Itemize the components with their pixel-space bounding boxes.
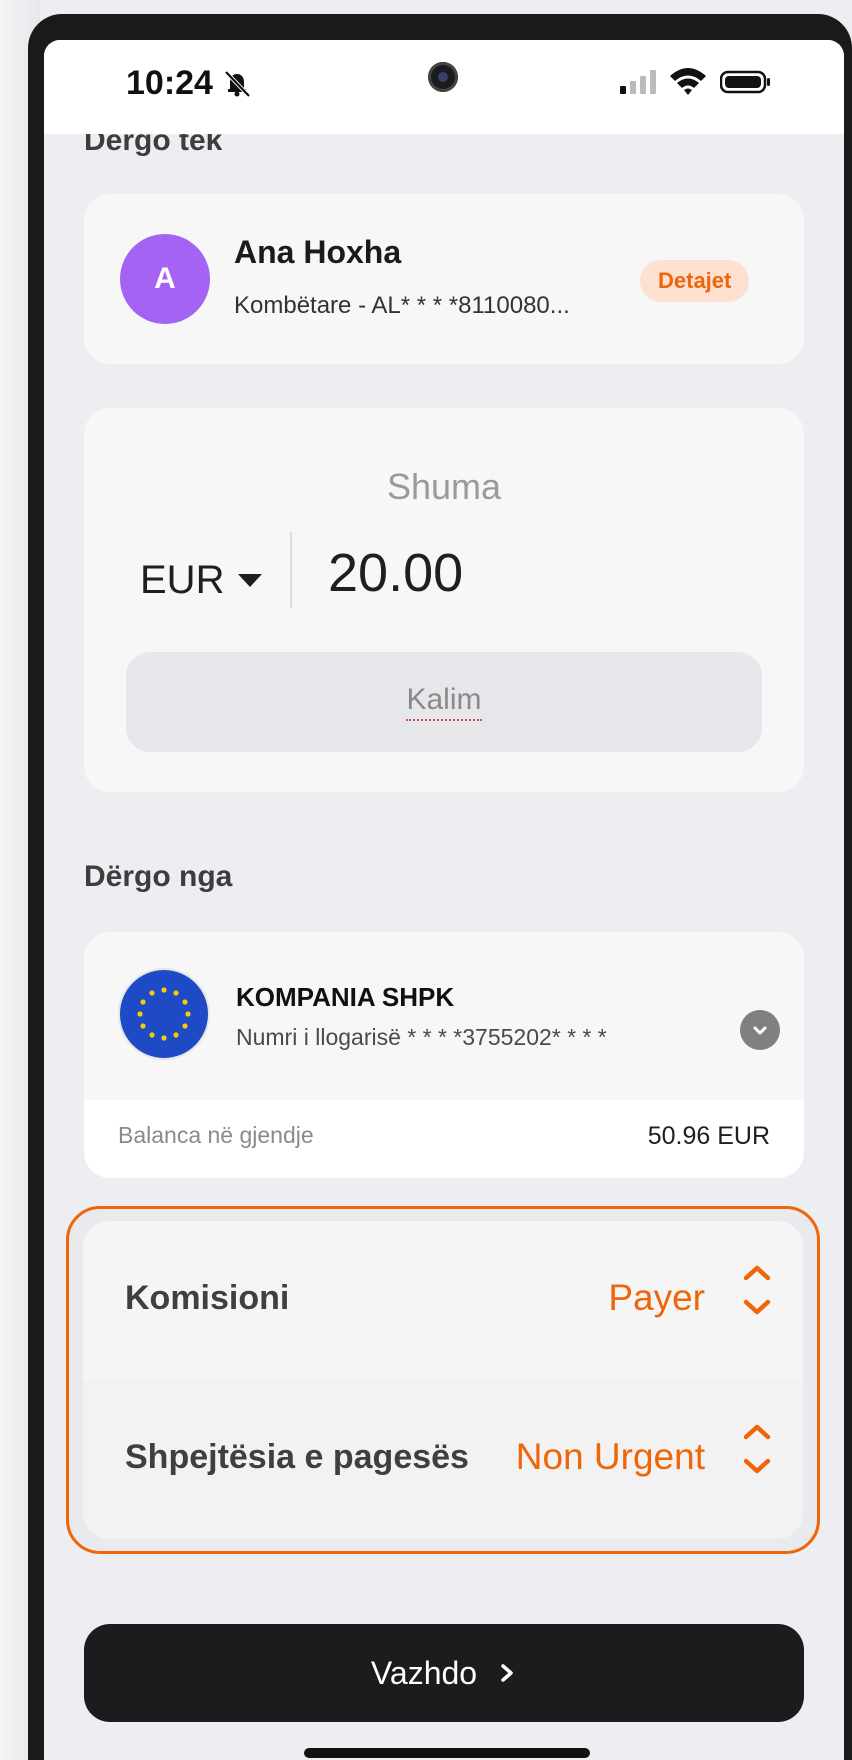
balance-label: Balanca në gjendje bbox=[118, 1122, 314, 1148]
details-button[interactable]: Detajet bbox=[640, 260, 750, 302]
payment-options-highlight: Komisioni Payer Shpejtësia e pagesës Non… bbox=[66, 1206, 820, 1554]
commission-row[interactable]: Komisioni Payer bbox=[83, 1221, 803, 1380]
status-bar: 10:24 bbox=[44, 40, 844, 134]
chevron-down-icon[interactable] bbox=[741, 1297, 773, 1317]
commission-label: Komisioni bbox=[125, 1279, 290, 1317]
signal-icon bbox=[620, 70, 660, 99]
commission-stepper[interactable] bbox=[741, 1263, 773, 1317]
payment-speed-stepper[interactable] bbox=[741, 1422, 773, 1476]
chevron-up-icon[interactable] bbox=[741, 1422, 773, 1442]
eu-flag-icon bbox=[120, 970, 208, 1058]
payment-speed-label: Shpejtësia e pagesës bbox=[125, 1438, 469, 1476]
commission-value: Payer bbox=[608, 1277, 705, 1318]
chevron-right-icon bbox=[501, 1664, 513, 1682]
purpose-text: Kalim bbox=[406, 683, 482, 721]
payment-speed-row[interactable]: Shpejtësia e pagesës Non Urgent bbox=[83, 1380, 803, 1539]
currency-code: EUR bbox=[140, 558, 225, 602]
wifi-icon bbox=[668, 66, 708, 101]
chevron-down-icon[interactable] bbox=[741, 1456, 773, 1476]
avatar: A bbox=[120, 234, 210, 324]
account-header: KOMPANIA SHPK Numri i llogarisë * * * *3… bbox=[84, 932, 804, 1100]
home-indicator[interactable] bbox=[304, 1748, 590, 1758]
recipient-account: Kombëtare - AL* * * *8110080... bbox=[234, 292, 570, 319]
recipient-name: Ana Hoxha bbox=[234, 234, 402, 270]
continue-label: Vazhdo bbox=[370, 1654, 478, 1691]
company-name: KOMPANIA SHPK bbox=[236, 982, 455, 1012]
continue-button[interactable]: Vazhdo bbox=[84, 1624, 804, 1722]
divider bbox=[290, 532, 292, 608]
recipient-card[interactable]: A Ana Hoxha Kombëtare - AL* * * *8110080… bbox=[84, 194, 804, 364]
balance-row: Balanca në gjendje 50.96 EUR bbox=[84, 1100, 804, 1178]
purpose-field[interactable]: Kalim bbox=[126, 652, 762, 752]
battery-icon bbox=[719, 70, 772, 99]
balance-value: 50.96 EUR bbox=[647, 1122, 770, 1150]
currency-selector[interactable]: EUR bbox=[140, 558, 263, 603]
chevron-up-icon[interactable] bbox=[741, 1263, 773, 1283]
payment-options-card: Komisioni Payer Shpejtësia e pagesës Non… bbox=[83, 1221, 803, 1539]
bell-off-icon bbox=[222, 68, 252, 103]
expand-account-button[interactable] bbox=[740, 1010, 780, 1050]
amount-label: Shuma bbox=[386, 466, 502, 507]
amount-card: Shuma EUR 20.00 Kalim bbox=[84, 408, 804, 792]
status-time: 10:24 bbox=[126, 64, 213, 102]
caret-down-icon bbox=[238, 574, 263, 587]
amount-input[interactable]: 20.00 bbox=[328, 542, 463, 604]
account-number: Numri i llogarisë * * * *3755202* * * * bbox=[236, 1024, 607, 1050]
chevron-down-icon bbox=[753, 1026, 767, 1035]
payment-speed-value: Non Urgent bbox=[515, 1436, 705, 1477]
section-title-send-from: Dërgo nga bbox=[84, 860, 233, 893]
front-camera bbox=[428, 62, 458, 92]
account-card[interactable]: KOMPANIA SHPK Numri i llogarisë * * * *3… bbox=[84, 932, 804, 1178]
app-screen: 10:24 Dergo tek A Ana Hoxha Kombëtare - … bbox=[44, 40, 844, 1760]
